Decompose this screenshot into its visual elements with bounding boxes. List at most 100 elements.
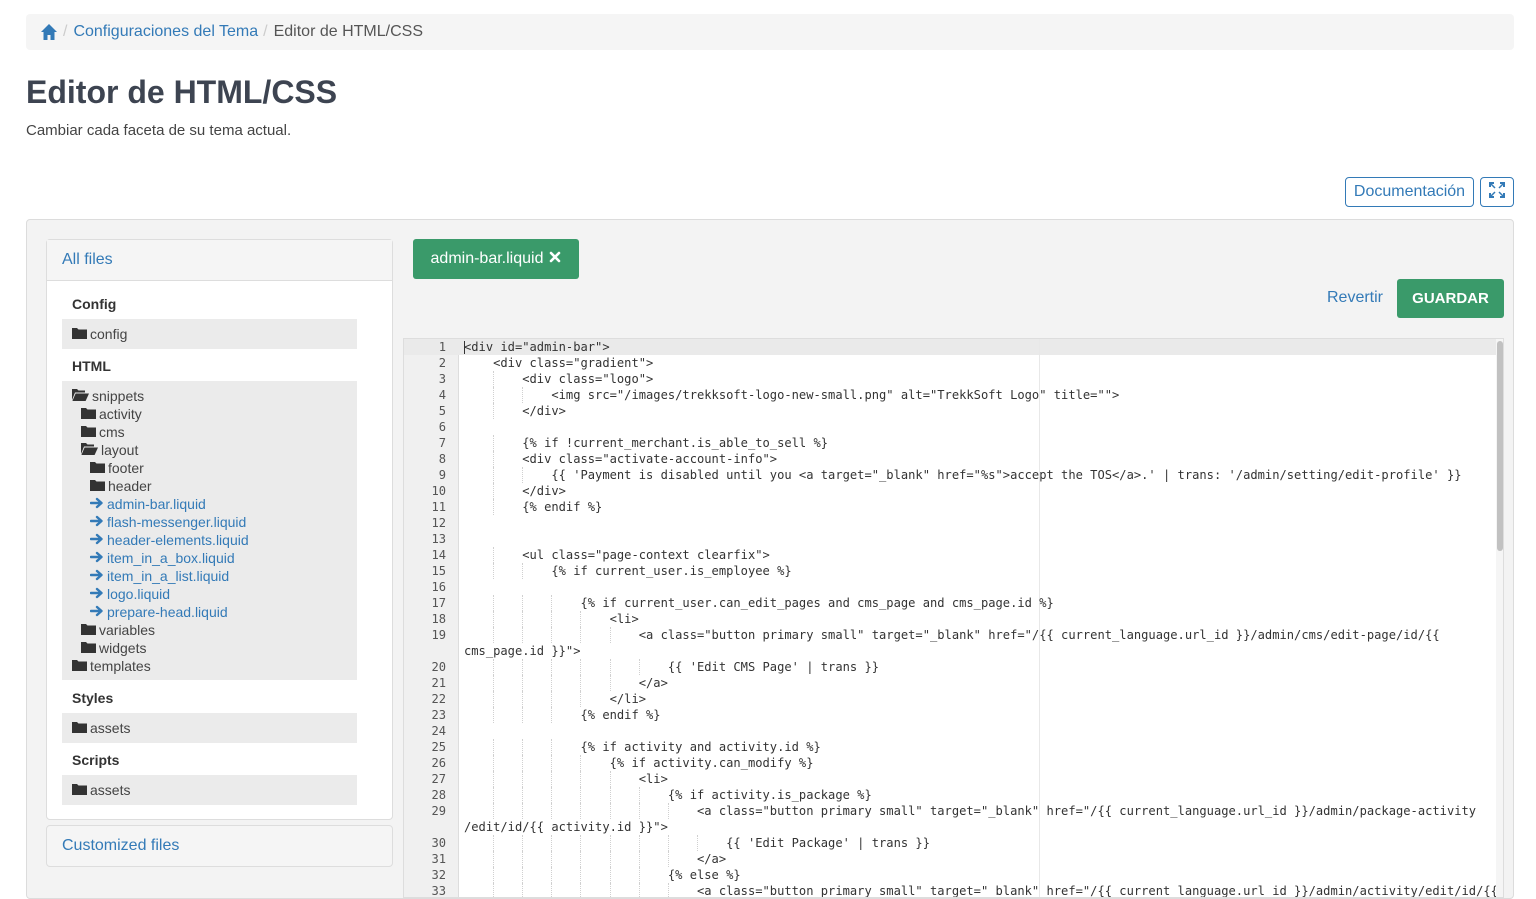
tree-folder[interactable]: header: [90, 477, 152, 495]
folder-icon: [72, 326, 87, 342]
tree-item-label: widgets: [99, 640, 147, 656]
code-line[interactable]: 14 <ul class="page-context clearfix">: [404, 547, 1497, 563]
tree-file[interactable]: logo.liquid: [89, 585, 170, 603]
group-title-config: Config: [72, 296, 117, 312]
tree-folder[interactable]: assets: [72, 719, 130, 737]
code-line[interactable]: 5 </div>: [404, 403, 1497, 419]
line-number: 29: [431, 804, 446, 818]
tree-file[interactable]: item_in_a_list.liquid: [89, 567, 230, 585]
line-number: 24: [431, 724, 446, 738]
tree-file[interactable]: prepare-head.liquid: [89, 603, 228, 621]
code-line[interactable]: 33 <a class="button primary small" targe…: [404, 883, 1498, 897]
code-line[interactable]: 8 <div class="activate-account-info">: [404, 451, 1497, 467]
tree-item-label: snippets: [92, 388, 145, 404]
tree-file[interactable]: admin-bar.liquid: [89, 495, 206, 513]
line-number: 3: [438, 372, 446, 386]
code-line[interactable]: 26 {% if activity.can_modify %}: [404, 755, 1497, 771]
code-text: <div class="gradient">: [464, 356, 654, 370]
breadcrumb-link-theme-settings[interactable]: Configuraciones del Tema: [73, 23, 258, 41]
close-icon[interactable]: [549, 250, 561, 268]
code-text: <a class="button primary small" target="…: [464, 628, 1440, 642]
code-line[interactable]: 32 {% else %}: [404, 867, 1497, 883]
code-line[interactable]: 11 {% endif %}: [404, 499, 1497, 515]
code-line[interactable]: 21 </a>: [404, 675, 1497, 691]
text-cursor: [464, 341, 465, 354]
code-text: {% if current_user.is_employee %}: [464, 564, 792, 578]
tree-folder[interactable]: variables: [81, 621, 155, 639]
code-line[interactable]: 23 {% endif %}: [404, 707, 1497, 723]
folder-open-icon: [72, 388, 89, 404]
code-line[interactable]: 31 </a>: [404, 851, 1497, 867]
tree-folder[interactable]: config: [72, 325, 127, 343]
code-line[interactable]: 30 {{ 'Edit Package' | trans }}: [404, 835, 1497, 851]
code-line[interactable]: 4 <img src="/images/trekksoft-logo-new-s…: [404, 387, 1497, 403]
line-number: 18: [431, 612, 446, 626]
code-line[interactable]: /edit/id/{{ activity.id }}">: [404, 819, 1497, 835]
tree-folder[interactable]: cms: [81, 423, 125, 441]
tree-item-label: flash-messenger.liquid: [107, 514, 247, 530]
arrow-right-icon: [89, 550, 104, 566]
tree-folder[interactable]: assets: [72, 781, 130, 799]
code-line[interactable]: 27 <li>: [404, 771, 1497, 787]
line-number: 30: [431, 836, 446, 850]
tree-item-label: admin-bar.liquid: [107, 496, 206, 512]
code-line[interactable]: 18 <li>: [404, 611, 1497, 627]
code-line[interactable]: 22 </li>: [404, 691, 1497, 707]
code-text: {% endif %}: [464, 500, 603, 514]
open-file-tab[interactable]: admin-bar.liquid: [413, 239, 579, 279]
code-editor[interactable]: 1 <div id="admin-bar"> 2 <div class="gradi…: [403, 338, 1504, 898]
code-text: {% if activity and activity.id %}: [464, 740, 821, 754]
revert-link[interactable]: Revertir: [1327, 289, 1383, 307]
tree-file[interactable]: header-elements.liquid: [89, 531, 249, 549]
line-number: 8: [438, 452, 446, 466]
tree-folder[interactable]: snippets: [72, 387, 144, 405]
code-line[interactable]: 1 <div id="admin-bar">: [404, 339, 1497, 355]
tree-item-label: activity: [99, 406, 142, 422]
code-line[interactable]: 17 {% if current_user.can_edit_pages and…: [404, 595, 1497, 611]
code-line[interactable]: 10 </div>: [404, 483, 1497, 499]
tree-item-label: layout: [101, 442, 139, 458]
code-line[interactable]: 29 <a class="button primary small" targe…: [404, 803, 1497, 819]
code-line[interactable]: 24: [404, 723, 1497, 739]
code-line[interactable]: 2 <div class="gradient">: [404, 355, 1497, 371]
code-line[interactable]: 3 <div class="logo">: [404, 371, 1497, 387]
code-line[interactable]: 19 <a class="button primary small" targe…: [404, 627, 1497, 643]
fullscreen-button[interactable]: [1480, 177, 1514, 207]
code-line[interactable]: 12: [404, 515, 1497, 531]
documentation-button[interactable]: Documentación: [1345, 177, 1474, 207]
line-number: 31: [431, 852, 446, 866]
tree-folder[interactable]: layout: [81, 441, 138, 459]
tree-file[interactable]: flash-messenger.liquid: [89, 513, 247, 531]
code-line[interactable]: 13: [404, 531, 1497, 547]
code-text: {{ 'Edit Package' | trans }}: [464, 836, 930, 850]
tree-item-label: header-elements.liquid: [107, 532, 249, 548]
page-subtitle: Cambiar cada faceta de su tema actual.: [26, 122, 292, 139]
code-line[interactable]: 20 {{ 'Edit CMS Page' | trans }}: [404, 659, 1497, 675]
editor-scrollbar-thumb[interactable]: [1497, 341, 1503, 551]
tree-folder[interactable]: widgets: [81, 639, 146, 657]
folder-icon: [81, 622, 96, 638]
code-line[interactable]: 15 {% if current_user.is_employee %}: [404, 563, 1497, 579]
all-files-header[interactable]: All files: [47, 240, 392, 281]
tree-folder[interactable]: templates: [72, 657, 151, 675]
line-number: 28: [431, 788, 446, 802]
line-number: 27: [431, 772, 446, 786]
code-line[interactable]: 16: [404, 579, 1497, 595]
group-title-scripts: Scripts: [72, 752, 120, 768]
arrow-right-icon: [89, 514, 104, 530]
code-line[interactable]: 25 {% if activity and activity.id %}: [404, 739, 1497, 755]
tree-folder[interactable]: footer: [90, 459, 144, 477]
code-line[interactable]: 28 {% if activity.is_package %}: [404, 787, 1497, 803]
code-line[interactable]: 6: [404, 419, 1497, 435]
line-number: 14: [431, 548, 446, 562]
customized-files-header[interactable]: Customized files: [46, 825, 393, 867]
tree-item-label: item_in_a_list.liquid: [107, 568, 230, 584]
home-icon[interactable]: [40, 23, 58, 41]
save-button[interactable]: GUARDAR: [1397, 279, 1504, 318]
tree-folder[interactable]: activity: [81, 405, 142, 423]
line-number: 23: [431, 708, 446, 722]
code-line[interactable]: 7 {% if !current_merchant.is_able_to_sel…: [404, 435, 1497, 451]
code-line[interactable]: 9 {{ 'Payment is disabled until you <a t…: [404, 467, 1497, 483]
code-line[interactable]: cms_page.id }}">: [404, 643, 1497, 659]
tree-file[interactable]: item_in_a_box.liquid: [89, 549, 235, 567]
